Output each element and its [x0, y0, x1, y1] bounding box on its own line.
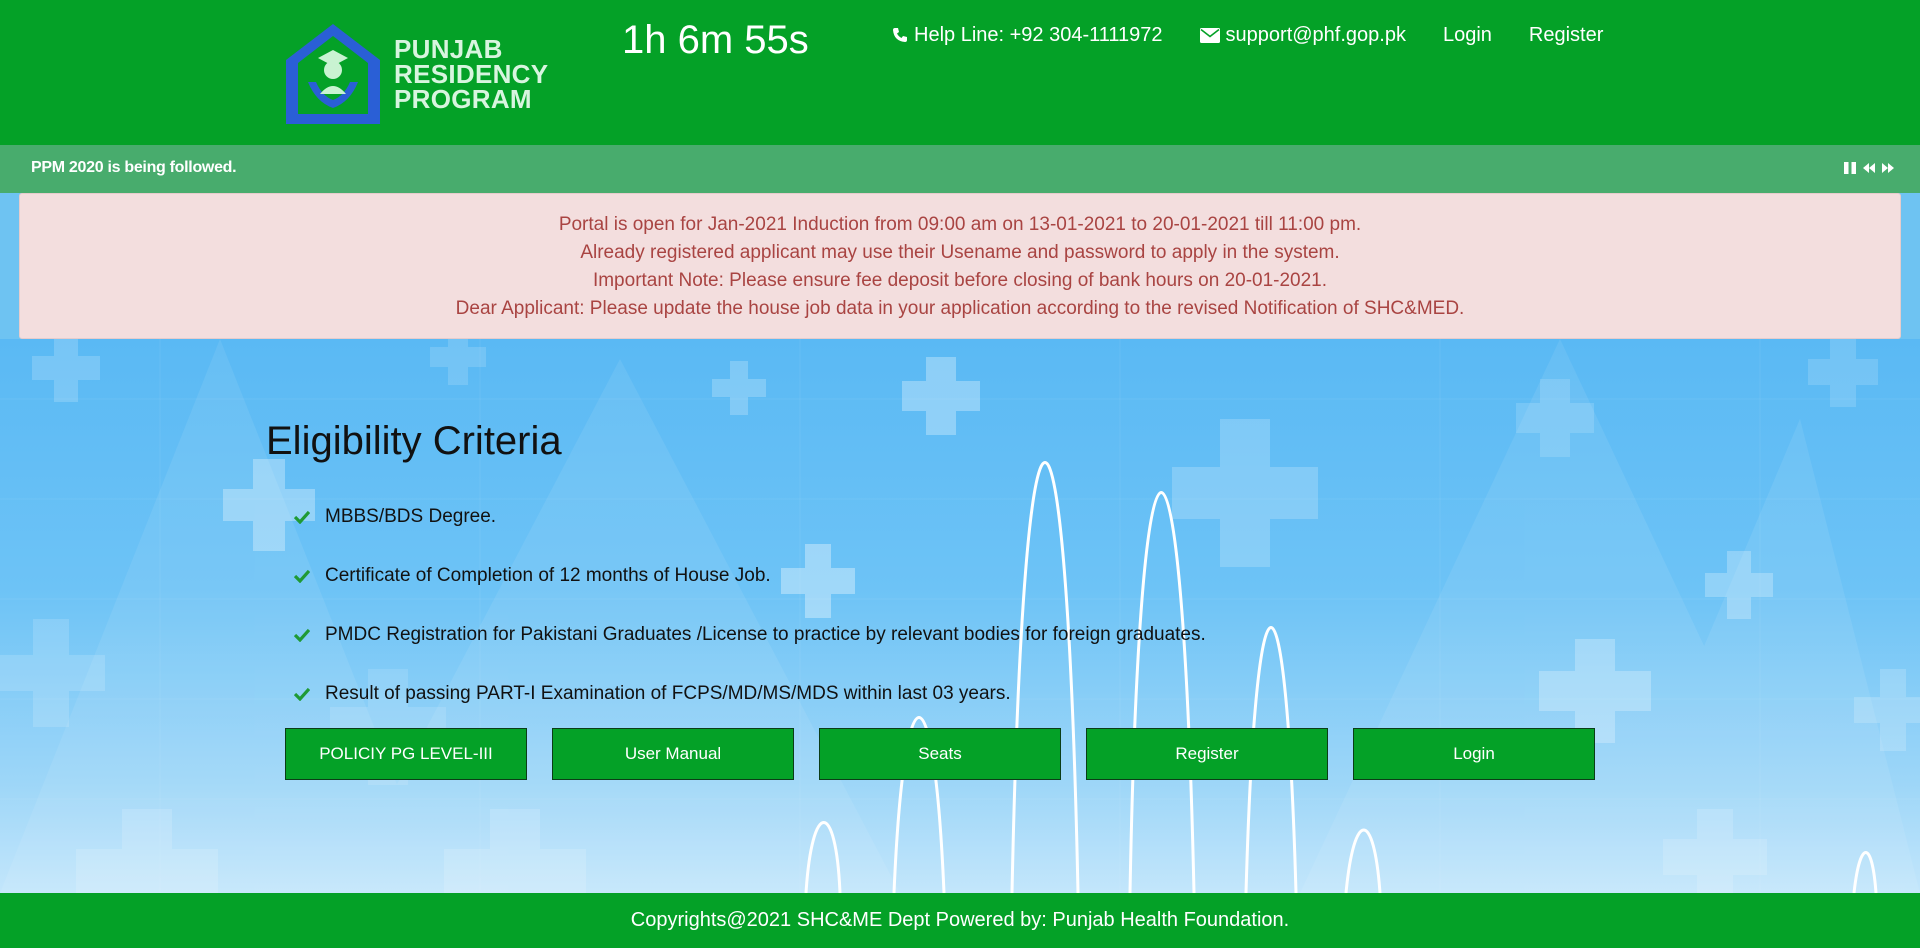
check-icon: [294, 510, 310, 524]
nav-login-link[interactable]: Login: [1443, 22, 1492, 48]
announcement-alert: Portal is open for Jan-2021 Induction fr…: [19, 193, 1901, 339]
pause-icon[interactable]: [1843, 161, 1857, 175]
support-email-text: support@phf.gop.pk: [1225, 24, 1406, 46]
list-item: PMDC Registration for Pakistani Graduate…: [294, 605, 1206, 664]
ticker-controls: [1843, 161, 1895, 175]
logo[interactable]: PUNJAB RESIDENCY PROGRAM: [282, 22, 548, 126]
login-button[interactable]: Login: [1353, 728, 1595, 780]
nav-register-link[interactable]: Register: [1529, 22, 1603, 48]
hero-section: Eligibility Criteria MBBS/BDS Degree. Ce…: [0, 339, 1920, 893]
news-ticker: PPM 2020 is being followed.: [0, 145, 1920, 193]
top-nav: Help Line: +92 304-1111972 support@phf.g…: [892, 22, 1603, 48]
action-buttons: POLICIY PG LEVEL-III User Manual Seats R…: [285, 728, 1595, 780]
envelope-icon: [1199, 27, 1220, 43]
policy-button[interactable]: POLICIY PG LEVEL-III: [285, 728, 527, 780]
eligibility-list: MBBS/BDS Degree. Certificate of Completi…: [294, 487, 1206, 723]
footer: Copyrights@2021 SHC&ME Dept Powered by: …: [0, 893, 1920, 948]
backward-icon[interactable]: [1862, 161, 1876, 175]
countdown-timer: 1h 6m 55s: [622, 18, 809, 62]
logo-text: PUNJAB RESIDENCY PROGRAM: [394, 33, 549, 114]
criteria-text: PMDC Registration for Pakistani Graduate…: [325, 623, 1206, 645]
copyright-text: Copyrights@2021 SHC&ME Dept Powered by: …: [630, 909, 1290, 931]
support-email[interactable]: support@phf.gop.pk: [1199, 22, 1406, 48]
user-manual-button[interactable]: User Manual: [552, 728, 794, 780]
helpline-text: Help Line: +92 304-1111972: [914, 24, 1163, 46]
criteria-text: Result of passing PART-I Examination of …: [325, 682, 1011, 704]
page-title: Eligibility Criteria: [266, 419, 562, 463]
alert-line: Already registered applicant may use the…: [580, 242, 1340, 263]
nav-login-label[interactable]: Login: [1443, 22, 1492, 48]
alert-line: Important Note: Please ensure fee deposi…: [592, 270, 1328, 291]
logo-line: PUNJAB: [394, 33, 503, 64]
logo-icon: [286, 24, 380, 124]
register-button[interactable]: Register: [1086, 728, 1328, 780]
check-icon: [294, 628, 310, 642]
criteria-text: Certificate of Completion of 12 months o…: [325, 564, 771, 586]
list-item: Certificate of Completion of 12 months o…: [294, 546, 1206, 605]
list-item: MBBS/BDS Degree.: [294, 487, 1206, 546]
logo-line: PROGRAM: [394, 83, 532, 114]
list-item: Result of passing PART-I Examination of …: [294, 664, 1206, 723]
check-icon: [294, 569, 310, 583]
header: PUNJAB RESIDENCY PROGRAM 1h 6m 55s Help …: [0, 0, 1920, 145]
alert-line: Portal is open for Jan-2021 Induction fr…: [558, 214, 1362, 235]
nav-register-label[interactable]: Register: [1529, 22, 1603, 48]
seats-button[interactable]: Seats: [819, 728, 1061, 780]
phone-icon: [893, 28, 907, 42]
ticker-text: PPM 2020 is being followed.: [31, 159, 237, 176]
criteria-text: MBBS/BDS Degree.: [325, 505, 497, 527]
forward-icon[interactable]: [1881, 161, 1895, 175]
alert-line: Dear Applicant: Please update the house …: [455, 298, 1465, 319]
logo-line: RESIDENCY: [394, 58, 549, 89]
check-icon: [294, 687, 310, 701]
helpline[interactable]: Help Line: +92 304-1111972: [892, 22, 1163, 48]
